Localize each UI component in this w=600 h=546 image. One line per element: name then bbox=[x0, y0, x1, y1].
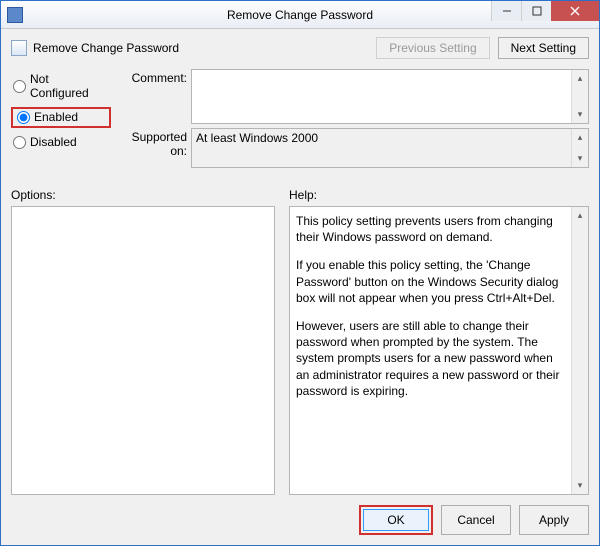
supported-on-text: At least Windows 2000 bbox=[192, 129, 588, 147]
dialog-footer: OK Cancel Apply bbox=[11, 495, 589, 535]
help-text: This policy setting prevents users from … bbox=[290, 207, 588, 417]
ok-button[interactable]: OK bbox=[363, 509, 429, 531]
help-p3: However, users are still able to change … bbox=[296, 318, 566, 399]
policy-editor-window: Remove Change Password Remove Change Pas… bbox=[0, 0, 600, 546]
close-button[interactable] bbox=[551, 1, 599, 21]
scroll-down-icon[interactable]: ▾ bbox=[572, 106, 589, 123]
highlight-ok: OK bbox=[359, 505, 433, 535]
supported-on-field: At least Windows 2000 ▴ ▾ bbox=[191, 128, 589, 168]
help-p1: This policy setting prevents users from … bbox=[296, 213, 566, 245]
cancel-button[interactable]: Cancel bbox=[441, 505, 511, 535]
header-left: Remove Change Password bbox=[11, 40, 179, 56]
radio-not-configured-input[interactable] bbox=[13, 80, 26, 93]
radio-disabled[interactable]: Disabled bbox=[11, 134, 111, 150]
highlight-enabled: Enabled bbox=[11, 107, 111, 128]
minimize-icon bbox=[502, 6, 512, 16]
supported-on-label: Supported on: bbox=[115, 128, 187, 158]
radio-not-configured[interactable]: Not Configured bbox=[11, 71, 111, 101]
radio-not-configured-label: Not Configured bbox=[30, 72, 109, 100]
settings-grid: Not Configured Enabled Disabled Comment: bbox=[11, 69, 589, 172]
titlebar: Remove Change Password bbox=[1, 1, 599, 29]
maximize-button[interactable] bbox=[521, 1, 551, 21]
help-panel: Help: This policy setting prevents users… bbox=[289, 188, 589, 495]
options-panel: Options: bbox=[11, 188, 275, 495]
radio-disabled-label: Disabled bbox=[30, 135, 77, 149]
previous-setting-button[interactable]: Previous Setting bbox=[376, 37, 489, 59]
policy-icon bbox=[11, 40, 27, 56]
header-right: Previous Setting Next Setting bbox=[376, 37, 589, 59]
state-radio-group: Not Configured Enabled Disabled bbox=[11, 69, 111, 150]
scroll-up-icon[interactable]: ▴ bbox=[572, 129, 589, 146]
comment-field[interactable]: ▴ ▾ bbox=[191, 69, 589, 124]
app-icon bbox=[7, 7, 23, 23]
comment-text bbox=[192, 70, 588, 74]
scroll-down-icon[interactable]: ▾ bbox=[572, 150, 589, 167]
help-scrollbar[interactable]: ▴ ▾ bbox=[571, 207, 588, 494]
window-controls bbox=[491, 1, 599, 21]
content-area: Remove Change Password Previous Setting … bbox=[1, 29, 599, 545]
lower-panels: Options: Help: This policy setting preve… bbox=[11, 188, 589, 495]
help-label: Help: bbox=[289, 188, 589, 202]
options-box bbox=[11, 206, 275, 495]
help-box: This policy setting prevents users from … bbox=[289, 206, 589, 495]
radio-disabled-input[interactable] bbox=[13, 136, 26, 149]
minimize-button[interactable] bbox=[491, 1, 521, 21]
radio-enabled-label: Enabled bbox=[34, 110, 78, 124]
comment-scrollbar[interactable]: ▴ ▾ bbox=[571, 70, 588, 123]
comment-label: Comment: bbox=[115, 69, 187, 85]
supported-scrollbar[interactable]: ▴ ▾ bbox=[571, 129, 588, 167]
help-p2: If you enable this policy setting, the '… bbox=[296, 257, 566, 306]
options-label: Options: bbox=[11, 188, 275, 202]
apply-button[interactable]: Apply bbox=[519, 505, 589, 535]
scroll-up-icon[interactable]: ▴ bbox=[572, 207, 589, 224]
radio-enabled-input[interactable] bbox=[17, 111, 30, 124]
next-setting-button[interactable]: Next Setting bbox=[498, 37, 589, 59]
maximize-icon bbox=[532, 6, 542, 16]
radio-enabled[interactable]: Enabled bbox=[15, 109, 107, 125]
header-row: Remove Change Password Previous Setting … bbox=[11, 37, 589, 59]
policy-name: Remove Change Password bbox=[33, 41, 179, 55]
close-icon bbox=[570, 6, 580, 16]
scroll-down-icon[interactable]: ▾ bbox=[572, 477, 589, 494]
scroll-up-icon[interactable]: ▴ bbox=[572, 70, 589, 87]
